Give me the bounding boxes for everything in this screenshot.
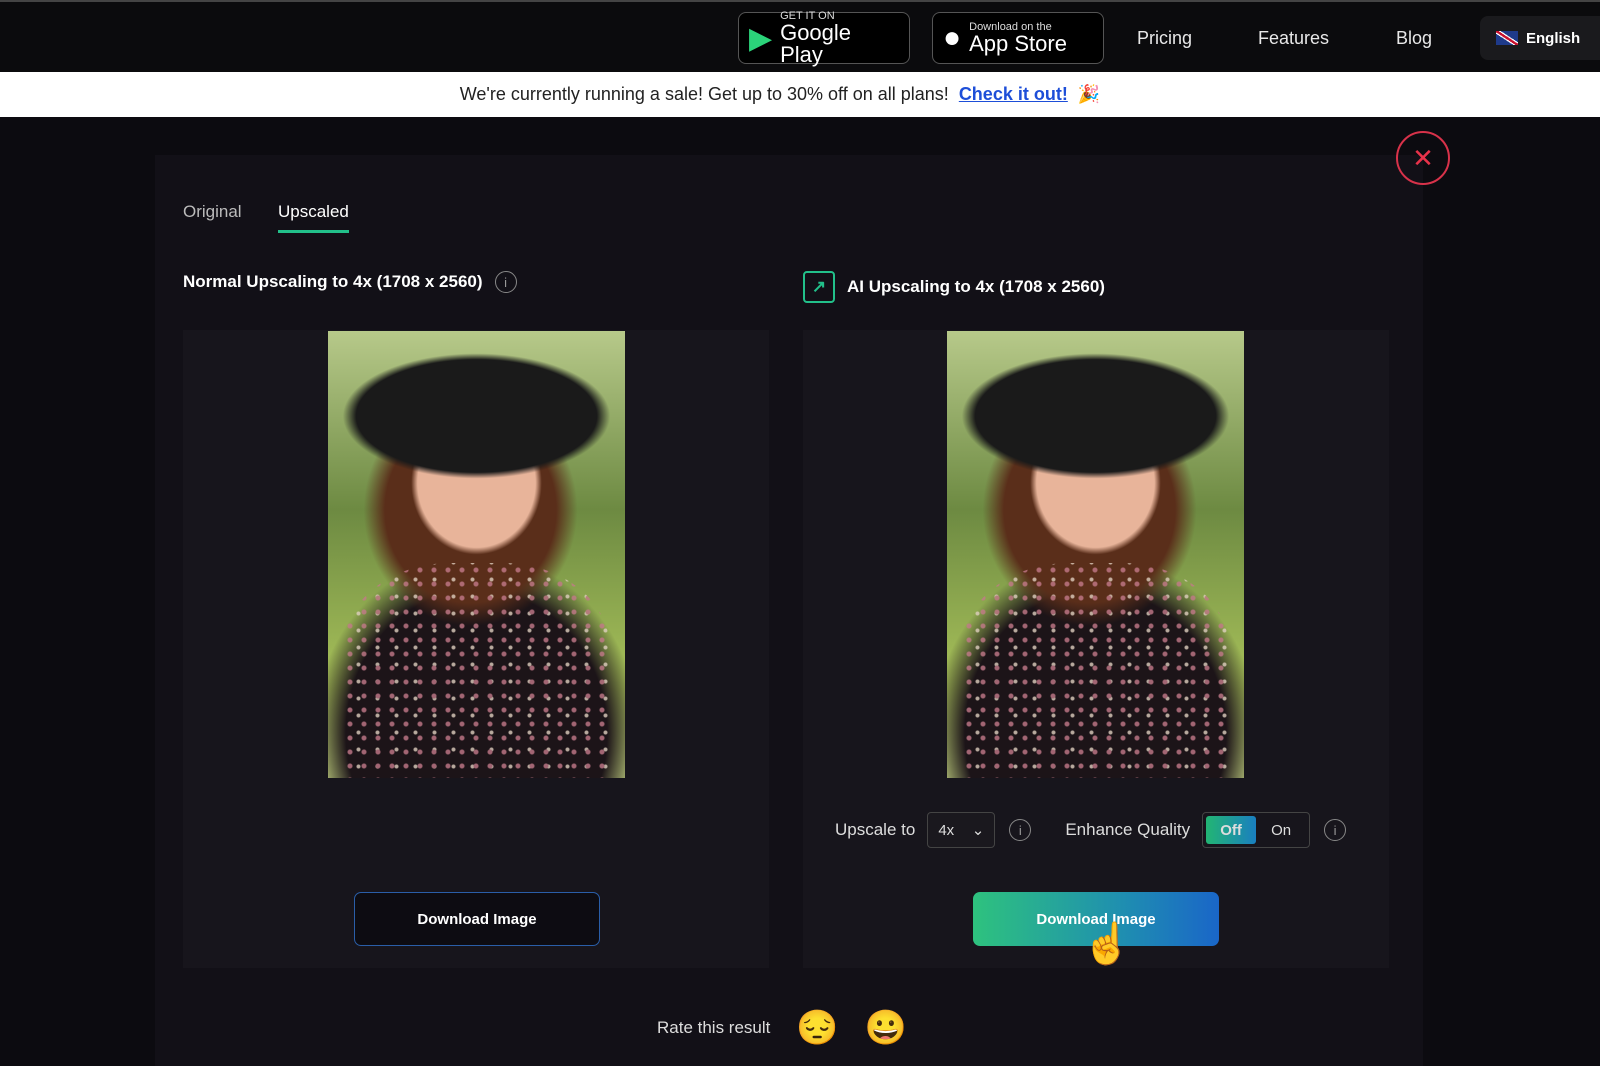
info-icon[interactable]: i xyxy=(494,271,517,293)
normal-upscaling-title: Normal Upscaling to 4x (1708 x 2560) i xyxy=(183,271,517,293)
nav-features[interactable]: Features xyxy=(1258,28,1329,49)
sad-face-icon[interactable]: 😔 xyxy=(796,1008,838,1048)
close-button[interactable]: ✕ xyxy=(1396,131,1450,185)
upscale-info-icon[interactable]: i xyxy=(1009,819,1032,841)
toggle-off[interactable]: Off xyxy=(1206,816,1257,844)
enhance-quality-label: Enhance Quality xyxy=(1065,820,1191,839)
upscale-to-label: Upscale to xyxy=(835,820,916,839)
google-play-label: Google Play xyxy=(780,20,852,67)
google-play-icon: ▶ xyxy=(749,21,773,55)
language-label: English xyxy=(1526,29,1581,47)
app-store-label: App Store xyxy=(969,31,1067,56)
normal-upscaled-image xyxy=(328,331,625,778)
happy-face-icon[interactable]: 😀 xyxy=(865,1008,907,1048)
party-popper-icon: 🎉 xyxy=(1077,84,1101,104)
chevron-down-icon: ⌄ xyxy=(971,822,985,839)
language-selector[interactable]: English xyxy=(1480,16,1600,60)
sale-banner: We're currently running a sale! Get up t… xyxy=(0,72,1600,117)
download-normal-button[interactable]: Download Image xyxy=(354,892,600,946)
ai-controls: Upscale to 4x ⌄ i Enhance Quality Off On i xyxy=(835,812,1347,848)
uk-flag-icon xyxy=(1496,31,1518,45)
nav-blog[interactable]: Blog xyxy=(1396,28,1432,49)
enhance-info-icon[interactable]: i xyxy=(1324,819,1347,841)
rate-label: Rate this result xyxy=(657,1018,771,1037)
top-navbar: ▶ GET IT ON Google Play ● Download on the… xyxy=(0,0,1600,72)
upscale-value: 4x xyxy=(938,821,955,839)
banner-text: We're currently running a sale! Get up t… xyxy=(459,84,949,104)
tab-upscaled[interactable]: Upscaled xyxy=(278,202,349,233)
upscale-select[interactable]: 4x ⌄ xyxy=(927,812,996,848)
toggle-on[interactable]: On xyxy=(1256,816,1306,844)
enhance-quality-toggle[interactable]: Off On xyxy=(1202,812,1311,848)
rate-result: Rate this result 😔 😀 xyxy=(657,1008,907,1048)
ai-upscaled-image xyxy=(947,331,1244,778)
hand-cursor-icon: ☝ xyxy=(1082,922,1132,966)
normal-title-text: Normal Upscaling to 4x (1708 x 2560) xyxy=(183,272,483,291)
check-it-out-link[interactable]: Check it out! xyxy=(959,84,1068,105)
tab-original[interactable]: Original xyxy=(183,202,242,230)
nav-pricing[interactable]: Pricing xyxy=(1137,28,1192,49)
ai-upscaling-title: ↗ AI Upscaling to 4x (1708 x 2560) xyxy=(803,271,1105,303)
google-play-button[interactable]: ▶ GET IT ON Google Play xyxy=(738,10,910,67)
apple-icon: ● xyxy=(943,21,962,54)
ai-upscale-icon: ↗ xyxy=(803,271,835,303)
close-icon: ✕ xyxy=(1412,142,1434,173)
app-store-button[interactable]: ● Download on the App Store xyxy=(932,12,1104,64)
ai-title-text: AI Upscaling to 4x (1708 x 2560) xyxy=(847,277,1105,296)
